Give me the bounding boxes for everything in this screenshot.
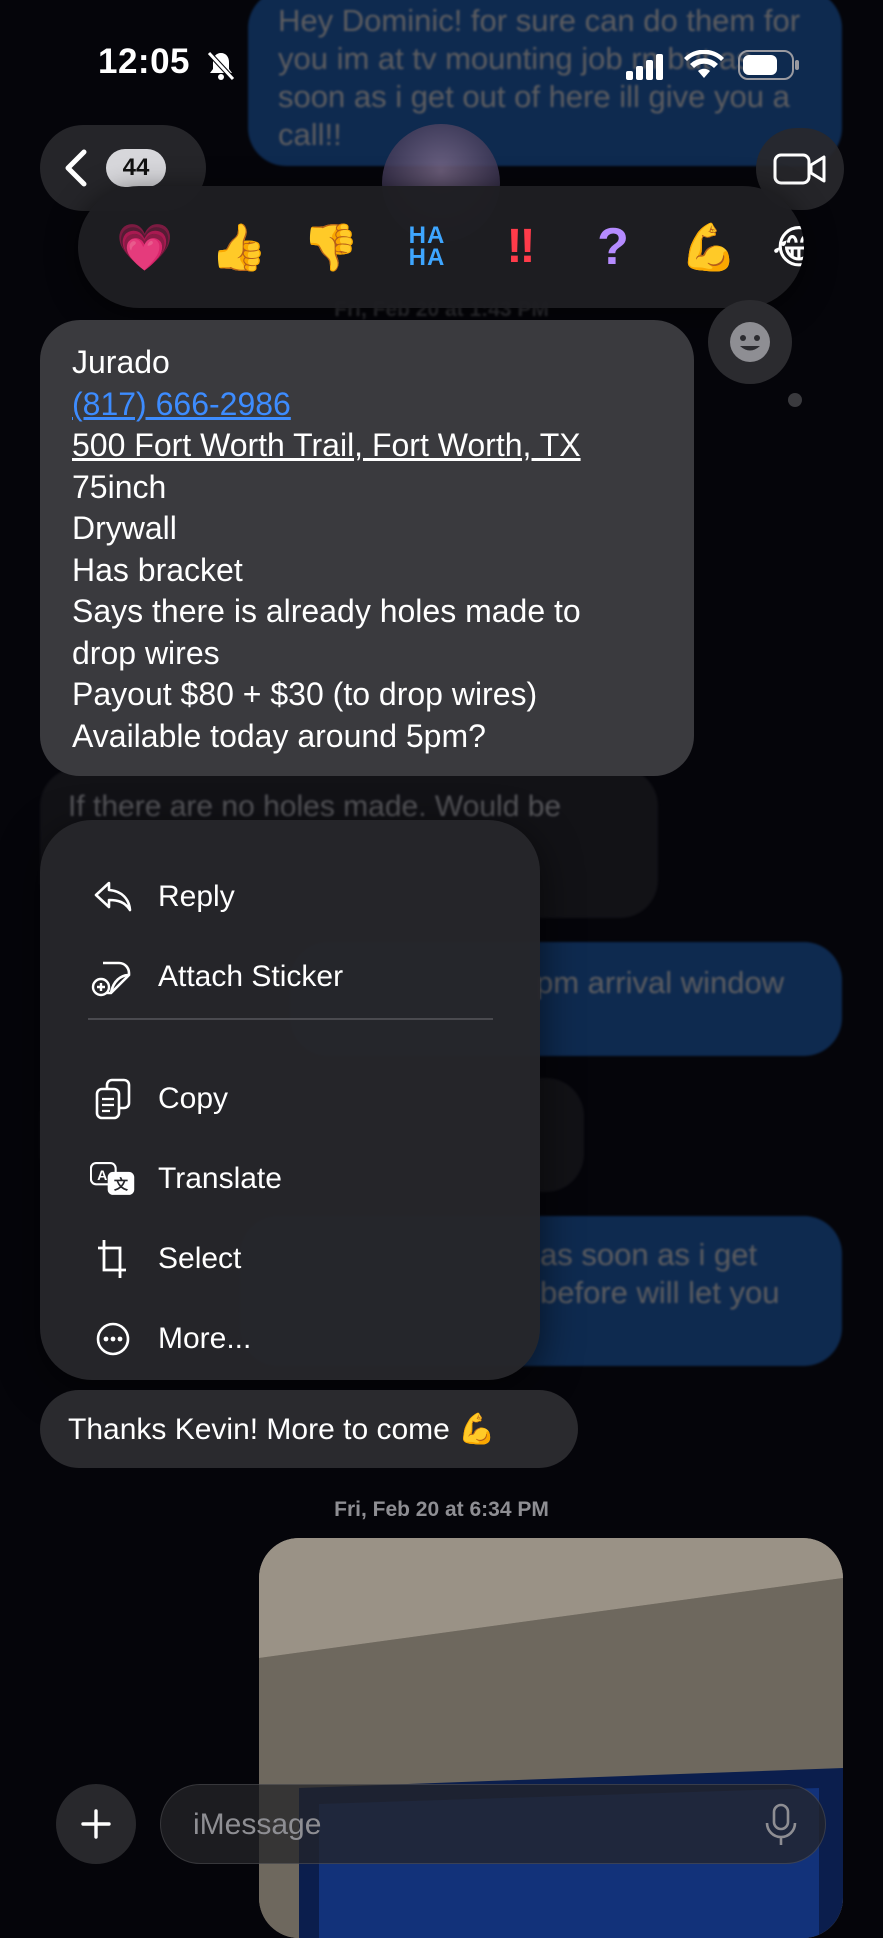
message-line: Has bracket xyxy=(72,551,243,588)
menu-item-select[interactable]: Select xyxy=(40,1224,540,1294)
svg-text:文: 文 xyxy=(114,1177,129,1193)
flexed-biceps-icon[interactable]: 💪 xyxy=(678,216,740,278)
phone-number-link[interactable]: (817) 666-2986 xyxy=(72,384,662,426)
select-crop-icon xyxy=(90,1236,136,1282)
sticker-tail-dot xyxy=(788,393,802,407)
smiley-icon xyxy=(730,322,770,362)
haha-icon[interactable]: HA HA xyxy=(396,216,458,278)
photo-attachment[interactable] xyxy=(259,1538,843,1938)
message-line: Jurado xyxy=(72,344,170,380)
copy-icon xyxy=(90,1076,136,1122)
address-link[interactable]: 500 Fort Worth Trail, Fort Worth, TX xyxy=(72,425,662,467)
photo-content xyxy=(259,1538,843,1938)
menu-item-copy[interactable]: Copy xyxy=(40,1064,540,1134)
message-line: Payout $80 + $30 (to drop wires) xyxy=(72,676,538,712)
chevron-left-icon xyxy=(65,149,87,187)
menu-item-more[interactable]: More... xyxy=(40,1304,540,1374)
silent-mode-icon xyxy=(206,50,236,87)
imessage-input[interactable] xyxy=(191,1785,715,1865)
battery-icon xyxy=(738,50,800,85)
unread-count-badge: 44 xyxy=(106,149,166,187)
exclamation-icon[interactable]: ‼ xyxy=(490,216,552,278)
message-line: drop wires xyxy=(72,634,220,671)
menu-item-translate[interactable]: A文 Translate xyxy=(40,1144,540,1214)
microphone-icon[interactable] xyxy=(761,1803,801,1847)
menu-item-reply[interactable]: Reply xyxy=(40,862,540,932)
reply-arrow-icon xyxy=(90,874,136,920)
laughing-face-icon[interactable]: 😂 xyxy=(768,216,804,278)
add-sticker-reaction-button[interactable] xyxy=(708,300,792,384)
timestamp-2: Fri, Feb 20 at 6:34 PM xyxy=(334,1498,549,1521)
thumbs-down-icon[interactable]: 👎 xyxy=(300,216,362,278)
plus-icon xyxy=(81,1809,111,1839)
svg-text:A: A xyxy=(97,1167,107,1183)
tapback-reaction-bar: 💗 👍 👎 HA HA ‼ ? 💪 😂 xyxy=(78,186,804,308)
message-incoming-thanks[interactable]: Thanks Kevin! More to come 💪 xyxy=(40,1390,578,1468)
message-line: 75inch xyxy=(72,468,167,505)
imessage-input-container xyxy=(160,1784,826,1865)
apps-plus-button[interactable] xyxy=(56,1784,136,1864)
sticker-add-icon xyxy=(90,954,136,1000)
message-context-menu: Reply Attach Sticker Copy A文 Translate S… xyxy=(40,820,540,1380)
question-icon[interactable]: ? xyxy=(582,216,644,278)
thumbs-up-icon[interactable]: 👍 xyxy=(208,216,270,278)
selected-message-bubble[interactable]: Jurado (817) 666-2986 500 Fort Worth Tra… xyxy=(40,320,694,776)
status-time: 12:05 xyxy=(98,42,191,81)
heart-icon[interactable]: 💗 xyxy=(114,216,176,278)
message-line: Says there is already holes made to xyxy=(72,593,581,629)
ellipsis-circle-icon xyxy=(90,1316,136,1362)
wifi-icon xyxy=(684,49,724,85)
video-camera-icon xyxy=(773,153,826,185)
cellular-signal-icon xyxy=(626,54,666,85)
message-line: Available today around 5pm? xyxy=(72,717,486,754)
message-line: Drywall xyxy=(72,510,177,546)
translate-icon: A文 xyxy=(90,1156,136,1202)
menu-item-attach-sticker[interactable]: Attach Sticker xyxy=(40,942,540,1012)
menu-divider xyxy=(88,1018,493,1020)
